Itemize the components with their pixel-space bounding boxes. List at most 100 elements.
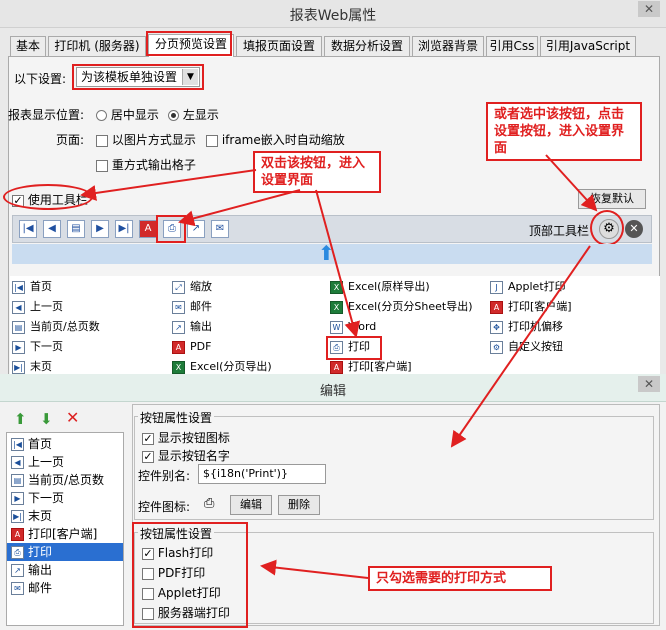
list-item-output[interactable]: ↗ 输出 bbox=[11, 561, 52, 579]
last-page-icon[interactable]: ▶| bbox=[115, 220, 133, 238]
list-item-print[interactable]: ⎙ 打印 bbox=[7, 543, 123, 561]
page-count-icon[interactable]: ▤ bbox=[67, 220, 85, 238]
list-item-last[interactable]: ▶| 末页 bbox=[11, 507, 52, 525]
mail-icon: ✉ bbox=[11, 582, 24, 595]
prev-page-icon: ◀ bbox=[12, 300, 25, 314]
annotation-double-click: 双击该按钮，进入设置界面 bbox=[253, 151, 381, 193]
grid-item-mail[interactable]: ✉ 邮件 bbox=[172, 298, 212, 316]
grid-item-word[interactable]: W Word bbox=[330, 318, 376, 336]
grid-item-excel-sheet[interactable]: X Excel(分页分Sheet导出) bbox=[330, 298, 473, 316]
window-title: 报表Web属性 bbox=[289, 8, 377, 24]
move-icon: ✥ bbox=[490, 320, 503, 334]
remove-icon[interactable]: ✕ bbox=[625, 220, 643, 238]
print-client-icon: A bbox=[490, 300, 503, 314]
tab-fill-page[interactable]: 填报页面设置 bbox=[236, 36, 322, 56]
list-item-first[interactable]: |◀ 首页 bbox=[11, 435, 52, 453]
edit-close-button[interactable]: ✕ bbox=[638, 376, 660, 392]
highlight-select bbox=[72, 64, 204, 90]
grid-item-excel-original[interactable]: X Excel(原样导出) bbox=[330, 278, 430, 296]
title-bar: 报表Web属性 ✕ bbox=[0, 0, 666, 28]
print-client-icon: A bbox=[330, 360, 343, 374]
list-item-mail[interactable]: ✉ 邮件 bbox=[11, 579, 52, 597]
export-icon: ↗ bbox=[172, 320, 185, 334]
tab-javascript[interactable]: 引用JavaScript bbox=[540, 36, 636, 56]
excel-icon: X bbox=[330, 280, 343, 294]
delete-icon[interactable]: ✕ bbox=[66, 408, 79, 427]
highlight-print-item bbox=[326, 336, 382, 360]
alias-label: 控件别名: bbox=[138, 469, 191, 483]
grid-item-next[interactable]: ▶ 下一页 bbox=[12, 338, 63, 356]
move-up-bar[interactable]: ⬆ bbox=[12, 241, 652, 265]
gear-icon: ⚙ bbox=[490, 340, 503, 354]
excel-icon: X bbox=[172, 360, 185, 374]
grid-item-output[interactable]: ↗ 输出 bbox=[172, 318, 212, 336]
grid-item-pagecount[interactable]: ▤ 当前页/总页数 bbox=[12, 318, 100, 336]
annotation-or-select: 或者选中该按钮，点击设置按钮，进入设置界面 bbox=[486, 102, 642, 161]
export-icon[interactable]: ↗ bbox=[187, 220, 205, 238]
checkbox-icon: ✓ bbox=[142, 431, 154, 445]
zoom-icon: ⤢ bbox=[172, 280, 185, 294]
move-down-icon[interactable]: ⬇ bbox=[40, 410, 53, 428]
alias-input[interactable]: ${i18n('Print')} bbox=[198, 464, 326, 484]
first-page-icon: |◀ bbox=[12, 280, 25, 294]
print-icon: ⎙ bbox=[11, 546, 24, 559]
edit-dialog-title-bar: 编辑 ✕ bbox=[0, 374, 666, 402]
iframe-label: iframe嵌入时自动缩放 bbox=[221, 133, 345, 147]
list-item-prev[interactable]: ◀ 上一页 bbox=[11, 453, 64, 471]
applet-icon: J bbox=[490, 280, 503, 294]
tab-data-analysis[interactable]: 数据分析设置 bbox=[324, 36, 410, 56]
tab-browser-bg[interactable]: 浏览器背景 bbox=[412, 36, 484, 56]
radio-left-icon bbox=[168, 110, 179, 121]
annotation-only-check: 只勾选需要的打印方式 bbox=[368, 566, 552, 591]
show-name-checkbox[interactable]: ✓ 显示按钮名字 bbox=[142, 447, 230, 464]
mail-icon[interactable]: ✉ bbox=[211, 220, 229, 238]
arrow-up-icon: ⬆ bbox=[318, 241, 335, 265]
move-up-icon[interactable]: ⬆ bbox=[14, 410, 27, 428]
grid-item-zoom[interactable]: ⤢ 缩放 bbox=[172, 278, 212, 296]
iframe-checkbox[interactable]: iframe嵌入时自动缩放 bbox=[206, 131, 345, 148]
next-page-icon: ▶ bbox=[12, 340, 25, 354]
repeat-cells-label: 重方式输出格子 bbox=[111, 158, 196, 172]
page-count-icon: ▤ bbox=[11, 474, 24, 487]
pdf-icon[interactable]: A bbox=[139, 220, 157, 238]
radio-center-label: 居中显示 bbox=[110, 108, 159, 122]
icon-label: 控件图标: bbox=[138, 500, 191, 514]
close-button[interactable]: ✕ bbox=[638, 1, 660, 17]
display-position-label: 报表显示位置: bbox=[8, 108, 85, 122]
delete-icon-button[interactable]: 删除 bbox=[278, 495, 320, 515]
restore-default-button[interactable]: 恢复默认 bbox=[578, 189, 646, 209]
next-page-icon[interactable]: ▶ bbox=[91, 220, 109, 238]
grid-item-first[interactable]: |◀ 首页 bbox=[12, 278, 52, 296]
grid-item-printer-offset[interactable]: ✥ 打印机偏移 bbox=[490, 318, 563, 336]
tab-basic[interactable]: 基本 bbox=[10, 36, 46, 56]
checkbox-icon bbox=[96, 134, 108, 147]
prev-page-icon[interactable]: ◀ bbox=[43, 220, 61, 238]
radio-left[interactable]: 左显示 bbox=[168, 106, 219, 123]
group-title-1: 按钮属性设置 bbox=[138, 409, 215, 426]
repeat-cells-checkbox[interactable]: 重方式输出格子 bbox=[96, 156, 196, 173]
radio-center[interactable]: 居中显示 bbox=[96, 106, 159, 123]
toolbar-button-list: |◀ 首页 ◀ 上一页 ▤ 当前页/总页数 ▶ 下一页 ▶| 末页 A 打印[客户端] ⎙ 打… bbox=[6, 432, 124, 626]
grid-item-prev[interactable]: ◀ 上一页 bbox=[12, 298, 63, 316]
tab-bar: 基本 打印机 (服务器) 分页预览设置 填报页面设置 数据分析设置 浏览器背景 … bbox=[10, 34, 660, 57]
image-mode-label: 以图片方式显示 bbox=[111, 133, 196, 147]
page-label: 页面: bbox=[56, 133, 85, 147]
pdf-icon: A bbox=[172, 340, 185, 354]
first-page-icon[interactable]: |◀ bbox=[19, 220, 37, 238]
highlight-use-toolbar bbox=[3, 184, 93, 210]
grid-item-pdf[interactable]: A PDF bbox=[172, 338, 211, 356]
grid-item-print-client-2[interactable]: A 打印[客户端] bbox=[490, 298, 572, 316]
tab-printer-server[interactable]: 打印机 (服务器) bbox=[48, 36, 146, 56]
grid-item-applet-print[interactable]: J Applet打印 bbox=[490, 278, 566, 296]
available-buttons-grid: |◀ 首页 ◀ 上一页 ▤ 当前页/总页数 ▶ 下一页 ▶| 末页 ⤢ 缩放 ✉ 邮件 ↗ 输出… bbox=[10, 276, 660, 376]
list-item-next[interactable]: ▶ 下一页 bbox=[11, 489, 64, 507]
list-item-pagecount[interactable]: ▤ 当前页/总页数 bbox=[11, 471, 104, 489]
tab-css[interactable]: 引用Css bbox=[486, 36, 538, 56]
list-item-print-client[interactable]: A 打印[客户端] bbox=[11, 525, 97, 543]
show-icon-checkbox[interactable]: ✓ 显示按钮图标 bbox=[142, 429, 230, 446]
export-icon: ↗ bbox=[11, 564, 24, 577]
grid-item-custom-button[interactable]: ⚙ 自定义按钮 bbox=[490, 338, 563, 356]
settings-label: 以下设置: bbox=[14, 72, 67, 86]
image-mode-checkbox[interactable]: 以图片方式显示 bbox=[96, 131, 196, 148]
edit-icon-button[interactable]: 编辑 bbox=[230, 495, 272, 515]
